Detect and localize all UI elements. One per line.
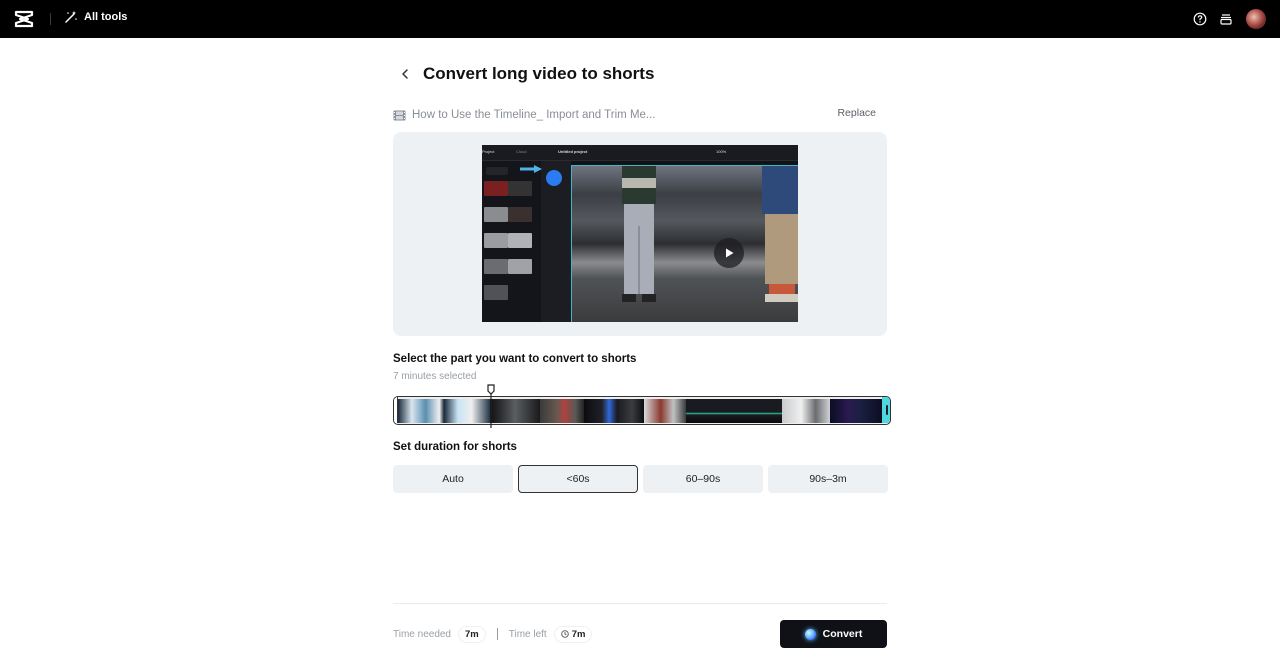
duration-option-90s-3m[interactable]: 90s–3m: [768, 465, 888, 493]
convert-button[interactable]: Convert: [780, 620, 887, 648]
all-tools-label: All tools: [84, 11, 128, 23]
select-part-title: Select the part you want to convert to s…: [393, 353, 637, 365]
duration-option-60-90s[interactable]: 60–90s: [643, 465, 763, 493]
timeline-handle-right[interactable]: [882, 397, 890, 423]
play-icon: [726, 248, 734, 258]
clock-icon: [560, 630, 569, 638]
duration-option-auto[interactable]: Auto: [393, 465, 513, 493]
all-tools-button[interactable]: All tools: [64, 10, 127, 24]
set-duration-title: Set duration for shorts: [393, 441, 517, 453]
editor-project-title: Untitled project: [558, 149, 588, 154]
inbox-icon: [1220, 14, 1232, 25]
timeline-thumbnail: [398, 399, 490, 423]
play-button[interactable]: [714, 238, 744, 268]
footer-separator: [496, 628, 498, 640]
footer-divider: [393, 603, 887, 604]
timeline-thumbnail: [490, 399, 540, 423]
page-title: Convert long video to shorts: [423, 64, 655, 83]
timeline-thumbnail: [584, 399, 644, 423]
editor-tab-bar: Project Cloud Untitled project 100%: [482, 145, 798, 161]
capcut-logo-icon[interactable]: [14, 10, 34, 28]
convert-orb-icon: [804, 628, 816, 640]
top-divider: [50, 13, 51, 25]
help-icon: [1193, 12, 1207, 26]
timeline-playhead[interactable]: [487, 384, 495, 428]
timeline-thumbnail: [686, 399, 782, 423]
cursor-indicator: [546, 170, 562, 186]
time-left-badge: 7m: [553, 625, 593, 643]
time-left-label: Time left: [508, 628, 547, 640]
video-frame: [571, 165, 798, 322]
timeline-thumbnail: [782, 399, 830, 423]
source-file-row: How to Use the Timeline_ Import and Trim…: [393, 106, 887, 124]
person-figure: [762, 166, 798, 302]
timeline-thumbnail: [644, 399, 686, 423]
selected-duration-text: 7 minutes selected: [393, 371, 477, 382]
timeline-thumbnail: [540, 399, 584, 423]
help-button[interactable]: [1190, 9, 1210, 29]
arrow-right-icon: [520, 165, 542, 173]
chevron-left-icon: [402, 69, 408, 79]
magic-wand-icon: [65, 11, 77, 23]
video-preview-container: Project Cloud Untitled project 100%: [393, 132, 887, 336]
editor-tab-cloud: Cloud: [516, 149, 527, 154]
timeline-thumbnail: [830, 399, 882, 423]
time-needed-label: Time needed: [393, 628, 451, 640]
video-timeline-selector[interactable]: [393, 396, 891, 425]
duration-option-under-60s[interactable]: <60s: [518, 465, 638, 493]
time-left-value: 7m: [571, 628, 586, 640]
editor-tab-project: Project: [482, 149, 495, 154]
top-bar: All tools: [0, 0, 1280, 38]
file-name: How to Use the Timeline_ Import and Trim…: [412, 109, 656, 121]
user-avatar[interactable]: [1246, 9, 1266, 29]
film-icon: [393, 110, 406, 120]
timeline-handle-left[interactable]: [394, 397, 398, 423]
time-needed-badge: 7m: [458, 625, 486, 643]
editor-zoom: 100%: [716, 149, 727, 154]
time-needed-value: 7m: [465, 628, 479, 640]
replace-button[interactable]: Replace: [837, 107, 876, 119]
inbox-button[interactable]: [1216, 9, 1236, 29]
person-figure: [622, 166, 656, 302]
video-player[interactable]: Project Cloud Untitled project 100%: [482, 145, 798, 322]
convert-label: Convert: [822, 628, 863, 640]
back-button[interactable]: [393, 62, 417, 86]
